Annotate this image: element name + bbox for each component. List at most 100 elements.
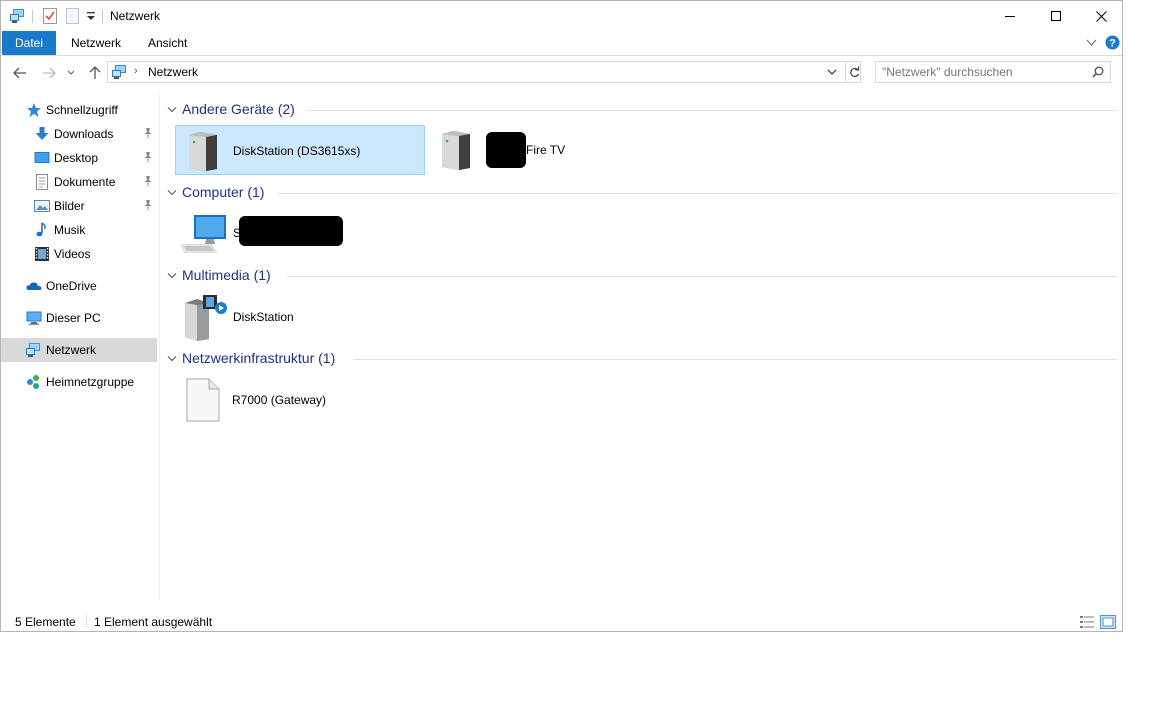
address-bar[interactable]: › Netzwerk <box>107 61 861 83</box>
pin-icon[interactable] <box>143 151 153 166</box>
device-icon <box>186 378 220 425</box>
sidebar-item-heimnetzgruppe[interactable]: Heimnetzgruppe <box>1 370 157 394</box>
tab-netzwerk[interactable]: Netzwerk <box>58 31 134 55</box>
chevron-down-icon[interactable] <box>167 352 177 366</box>
group-divider <box>287 276 1117 277</box>
list-item-diskstation-media[interactable]: DiskStation <box>175 291 425 341</box>
sidebar-item-bilder[interactable]: Bilder <box>1 194 157 218</box>
pictures-icon <box>34 198 50 214</box>
item-label: DiskStation (DS3615xs) <box>233 144 361 158</box>
ribbon-tabs: Datei Netzwerk Ansicht ? <box>1 31 1122 56</box>
server-icon <box>439 130 473 173</box>
breadcrumb-chevron-icon[interactable]: › <box>134 65 138 77</box>
selection-status: 1 Element ausgewählt <box>94 615 213 629</box>
group-divider <box>353 359 1117 360</box>
navigation-pane: Schnellzugriff Downloads Desktop Dokumen… <box>1 93 159 603</box>
group-divider <box>307 110 1117 111</box>
refresh-icon <box>849 66 859 78</box>
refresh-button[interactable] <box>845 62 862 82</box>
status-bar: 5 Elemente 1 Element ausgewählt <box>1 609 1122 631</box>
arrow-right-icon <box>43 67 56 79</box>
sidebar-item-musik[interactable]: Musik <box>1 218 157 242</box>
maximize-button[interactable] <box>1033 1 1079 31</box>
sidebar-item-videos[interactable]: Videos <box>1 242 157 266</box>
sidebar-item-label: Downloads <box>54 127 114 141</box>
documents-icon <box>34 174 50 190</box>
group-title: Multimedia (1) <box>182 267 271 283</box>
computer-icon <box>26 310 42 326</box>
pin-icon[interactable] <box>143 127 153 142</box>
cloud-icon <box>26 278 42 294</box>
group-divider <box>277 193 1117 194</box>
chevron-down-icon[interactable] <box>167 103 177 117</box>
details-view-button[interactable] <box>1079 615 1095 629</box>
details-view-icon <box>1080 616 1094 628</box>
sidebar-item-label: Netzwerk <box>46 343 97 357</box>
separator <box>102 10 103 23</box>
sidebar-item-desktop[interactable]: Desktop <box>1 146 157 170</box>
close-button[interactable] <box>1078 1 1124 31</box>
item-count: 5 Elemente <box>15 615 76 629</box>
breadcrumb[interactable]: Netzwerk <box>148 65 198 79</box>
chevron-down-icon <box>67 70 75 75</box>
sidebar-item-downloads[interactable]: Downloads <box>1 122 157 146</box>
network-icon <box>111 64 129 83</box>
list-item-fire-tv[interactable]: Fire TV <box>429 125 679 175</box>
sidebar-item-schnellzugriff[interactable]: Schnellzugriff <box>1 98 157 122</box>
sidebar-item-dokumente[interactable]: Dokumente <box>1 170 157 194</box>
customize-toolbar-icon[interactable] <box>86 10 96 25</box>
desktop-icon <box>34 150 50 166</box>
sidebar-item-label: Dieser PC <box>46 311 101 325</box>
forward-button[interactable] <box>38 63 60 83</box>
sidebar-item-label: Desktop <box>54 151 99 165</box>
media-server-icon <box>183 293 229 344</box>
list-item-r7000-gateway[interactable]: R7000 (Gateway) <box>175 374 425 424</box>
videos-icon <box>34 246 50 262</box>
sidebar-item-dieser-pc[interactable]: Dieser PC <box>1 306 157 330</box>
chevron-down-icon[interactable] <box>167 186 177 200</box>
search-icon[interactable] <box>1092 66 1104 81</box>
new-folder-icon[interactable] <box>66 8 79 27</box>
pane-divider[interactable] <box>159 93 160 601</box>
tab-datei[interactable]: Datei <box>2 31 57 55</box>
tab-ansicht[interactable]: Ansicht <box>135 31 200 55</box>
up-button[interactable] <box>84 63 106 83</box>
pin-icon[interactable] <box>143 175 153 190</box>
item-label: R7000 (Gateway) <box>232 393 327 407</box>
sidebar-item-onedrive[interactable]: OneDrive <box>1 274 157 298</box>
window-title: Netzwerk <box>110 9 161 23</box>
recent-locations-button[interactable] <box>63 63 79 83</box>
search-input[interactable] <box>882 64 1082 80</box>
group-header-multimedia[interactable]: Multimedia (1) <box>167 266 1117 286</box>
group-header-andere-geraete[interactable]: Andere Geräte (2) <box>167 100 1117 120</box>
help-icon[interactable]: ? <box>1105 35 1120 53</box>
pin-icon[interactable] <box>143 199 153 214</box>
pc-icon <box>180 213 228 258</box>
redaction <box>239 216 343 246</box>
group-title: Andere Geräte (2) <box>182 101 295 117</box>
properties-icon[interactable] <box>43 8 57 27</box>
minimize-button[interactable] <box>987 1 1033 31</box>
star-icon <box>26 102 42 118</box>
list-item-diskstation-ds3615xs[interactable]: DiskStation (DS3615xs) <box>175 125 425 175</box>
back-button[interactable] <box>9 63 31 83</box>
server-icon <box>186 131 220 174</box>
tiles-view-button[interactable] <box>1100 615 1116 629</box>
arrow-left-icon <box>13 67 26 79</box>
group-header-computer[interactable]: Computer (1) <box>167 183 1117 203</box>
sidebar-item-label: OneDrive <box>46 279 97 293</box>
network-icon[interactable] <box>9 8 27 27</box>
minimize-icon <box>1005 16 1015 17</box>
list-item-computer[interactable]: S <box>175 208 425 258</box>
group-header-netzwerkinfrastruktur[interactable]: Netzwerkinfrastruktur (1) <box>167 349 1117 369</box>
chevron-down-icon[interactable] <box>167 269 177 283</box>
download-icon <box>34 126 50 142</box>
address-dropdown-icon[interactable] <box>827 65 837 82</box>
network-icon <box>25 342 41 358</box>
group-title: Netzwerkinfrastruktur (1) <box>182 350 336 366</box>
music-icon <box>34 222 50 238</box>
expand-ribbon-icon[interactable] <box>1086 36 1097 50</box>
sidebar-item-netzwerk[interactable]: Netzwerk <box>1 338 157 362</box>
search-box[interactable] <box>875 61 1111 83</box>
svg-text:?: ? <box>1109 38 1116 50</box>
